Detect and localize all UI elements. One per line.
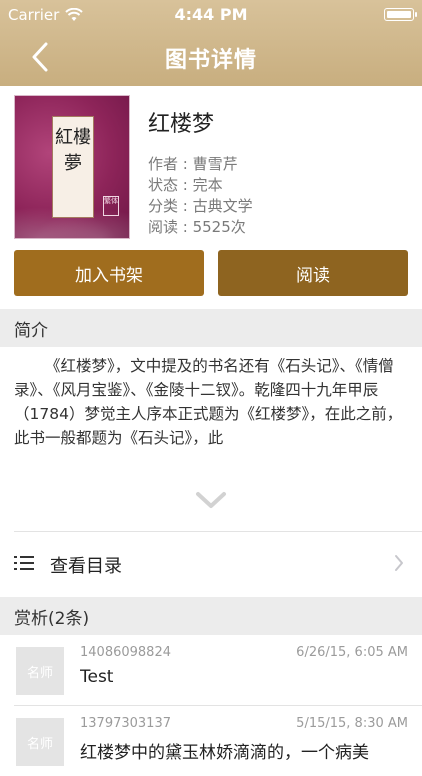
review-item[interactable]: 名师 13797303137 5/15/15, 8:30 AM 红楼梦中的黛玉林… — [0, 706, 422, 776]
divider — [14, 531, 422, 532]
book-read-count: 阅读 : 5525次 — [148, 218, 246, 236]
intro-text: 《红楼梦》，文中提及的书名还有《石头记》、《情僧录》、《风月宝鉴》、《金陵十二钗… — [14, 357, 403, 447]
intro-section-header: 简介 — [0, 309, 422, 347]
review-user: 13797303137 — [80, 716, 171, 731]
read-button[interactable]: 阅读 — [218, 250, 408, 296]
review-user: 14086098824 — [80, 645, 171, 660]
reviews-section-header: 赏析(2条) — [0, 597, 422, 635]
review-date: 6/26/15, 6:05 AM — [296, 645, 408, 660]
battery-icon — [384, 8, 417, 21]
add-to-shelf-button[interactable]: 加入书架 — [14, 250, 204, 296]
status-time: 4:44 PM — [174, 5, 248, 24]
view-catalog-row[interactable]: 查看目录 — [0, 540, 422, 588]
status-bar: Carrier 4:44 PM — [0, 0, 422, 30]
cover-title: 紅樓夢 — [55, 127, 91, 174]
book-title: 红楼梦 — [148, 112, 215, 137]
cover-seal: 繁体 — [103, 196, 119, 216]
list-icon — [14, 556, 34, 570]
cover-title-frame: 紅樓夢 — [52, 116, 94, 218]
book-status: 状态 : 完本 — [148, 176, 223, 194]
view-catalog-label: 查看目录 — [50, 556, 122, 577]
avatar: 名师 — [16, 718, 64, 766]
review-text: 红楼梦中的黛玉林娇滴滴的，一个病美 — [80, 743, 369, 763]
book-cover: 紅樓夢 繁体 — [14, 95, 130, 239]
page-title: 图书详情 — [164, 48, 257, 73]
book-author: 作者 : 曹雪芹 — [148, 155, 238, 173]
review-item[interactable]: 名师 14086098824 6/26/15, 6:05 AM Test — [0, 635, 422, 705]
review-text: Test — [80, 667, 114, 687]
expand-chevron-icon[interactable] — [195, 488, 227, 512]
review-date: 5/15/15, 8:30 AM — [296, 716, 408, 731]
nav-header: Carrier 4:44 PM 图书详情 — [0, 0, 422, 86]
reviews-header-label: 赏析(2条) — [14, 608, 90, 629]
book-category: 分类 : 古典文学 — [148, 197, 253, 215]
intro-header-label: 简介 — [14, 320, 48, 341]
chevron-right-icon — [395, 555, 403, 571]
avatar: 名师 — [16, 647, 64, 695]
